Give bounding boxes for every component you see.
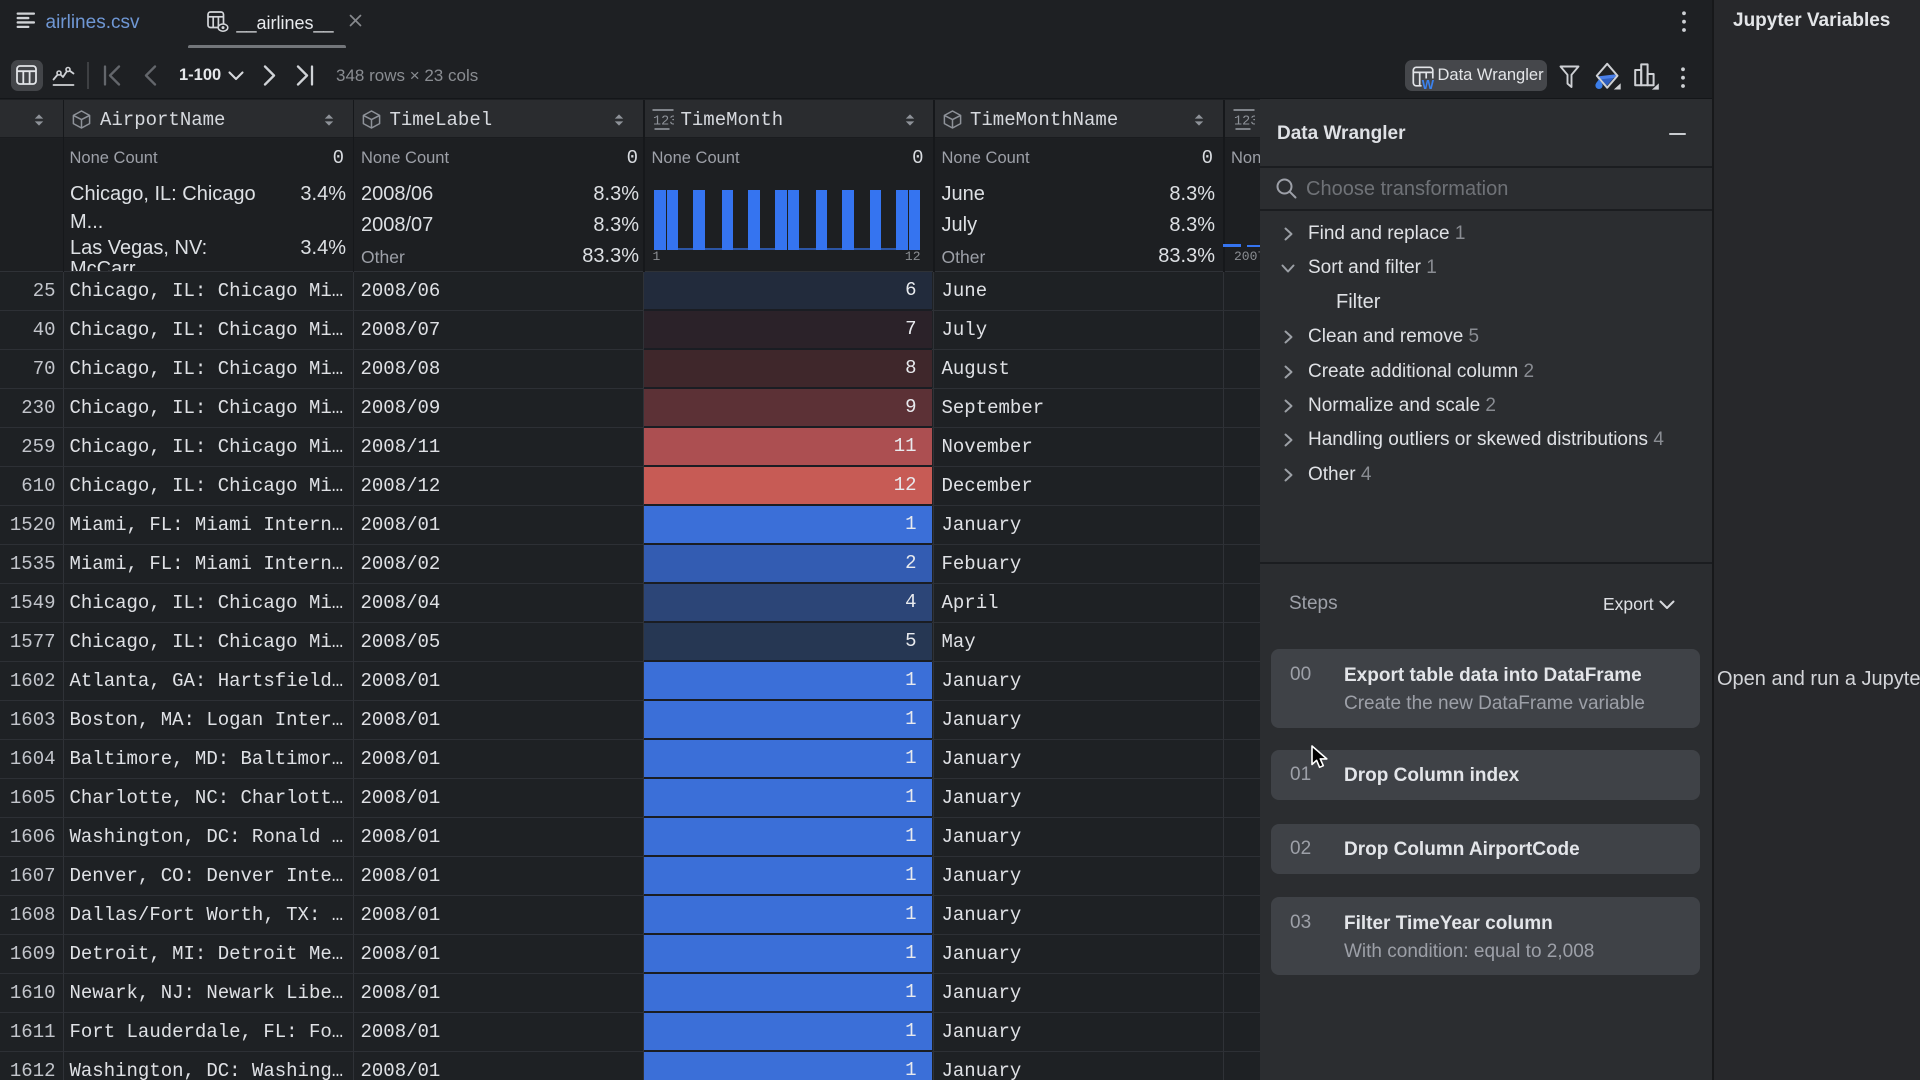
- svg-text:W: W: [1421, 77, 1434, 91]
